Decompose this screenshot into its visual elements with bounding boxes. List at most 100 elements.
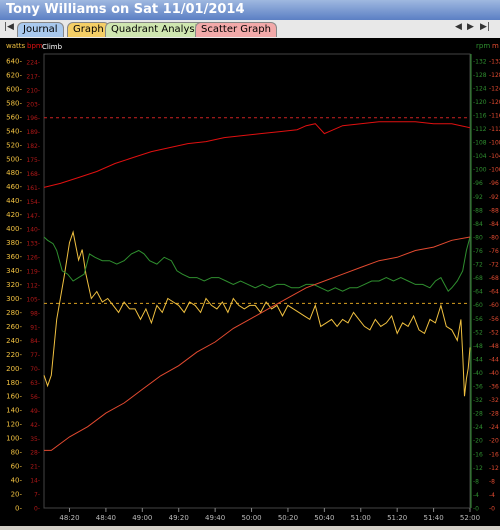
watts-tick-label: 300- — [6, 295, 22, 303]
m-tick-label: -8 — [489, 478, 495, 485]
m-tick-label: -28 — [489, 411, 499, 418]
rpm-tick-label: -112 — [473, 126, 487, 133]
watts-tick-label: 480- — [6, 169, 22, 177]
rpm-tick-label: -116 — [473, 112, 487, 119]
m-tick-label: -120 — [489, 99, 500, 106]
bpm-tick-label: 133- — [26, 241, 40, 248]
rpm-tick-label: -100 — [473, 167, 487, 174]
bpm-tick-label: 203- — [26, 101, 40, 108]
watts-tick-label: 600- — [6, 85, 22, 93]
watts-tick-label: 360- — [6, 253, 22, 261]
cadence-series-line — [43, 236, 471, 293]
watts-tick-label: 180- — [6, 379, 22, 387]
bpm-tick-label: 42- — [30, 422, 40, 429]
x-tick-label: 52:00 — [460, 514, 480, 522]
bpm-tick-label: 63- — [30, 380, 40, 387]
watts-tick-label: 220- — [6, 351, 22, 359]
bpm-tick-label: 7- — [34, 492, 40, 499]
x-tick-label: 50:20 — [278, 514, 298, 522]
x-tick-label: 49:40 — [205, 514, 225, 522]
tab-quadrant-analysis[interactable]: Quadrant Analysis — [105, 22, 209, 37]
rpm-tick-label: -72 — [473, 262, 483, 269]
bpm-tick-label: 49- — [30, 408, 40, 415]
rpm-tick-label: -28 — [473, 411, 483, 418]
x-tick-label: 50:00 — [241, 514, 261, 522]
bpm-tick-label: 147- — [26, 213, 40, 220]
m-tick-label: -112 — [489, 126, 500, 133]
x-tick-label: 48:20 — [59, 514, 79, 522]
next-page-button[interactable]: ▶ — [467, 22, 474, 32]
m-tick-label: -100 — [489, 167, 500, 174]
x-tick-label: 48:40 — [96, 514, 116, 522]
rpm-tick-label: -12 — [473, 465, 483, 472]
first-page-button[interactable]: |◀ — [4, 22, 14, 32]
rpm-tick-label: -104 — [473, 153, 487, 160]
watts-tick-label: 400- — [6, 225, 22, 233]
bpm-tick-label: 70- — [30, 366, 40, 373]
bpm-tick-label: 126- — [26, 255, 40, 262]
last-page-button[interactable]: ▶| — [480, 22, 490, 32]
watts-tick-label: 500- — [6, 155, 22, 163]
m-tick-label: -68 — [489, 275, 499, 282]
rpm-tick-label: -24 — [473, 424, 483, 431]
rpm-tick-label: -68 — [473, 275, 483, 282]
watts-tick-label: 240- — [6, 337, 22, 345]
m-tick-label: -60 — [489, 302, 499, 309]
climb-axis-label: Climb — [42, 43, 63, 51]
bpm-tick-label: 56- — [30, 394, 40, 401]
tab-graph[interactable]: Graph — [67, 22, 110, 37]
ride-chart: 0- 20- 40- 60- 80- 100- 120- 140- 160- 180- 200- 22… — [6, 42, 500, 522]
m-tick-label: -12 — [489, 465, 499, 472]
rpm-tick-label: -88 — [473, 207, 483, 214]
m-tick-label: -72 — [489, 262, 499, 269]
watts-tick-label: 620- — [6, 71, 22, 79]
bpm-tick-label: 0- — [34, 506, 40, 513]
rpm-tick-label: -40 — [473, 370, 483, 377]
rpm-axis-label: rpm — [476, 42, 490, 50]
watts-tick-label: 320- — [6, 281, 22, 289]
watts-tick-label: 0- — [15, 505, 22, 513]
rpm-tick-label: -92 — [473, 194, 483, 201]
m-tick-label: -20 — [489, 438, 499, 445]
rpm-tick-label: -36 — [473, 384, 483, 391]
watts-tick-label: 20- — [11, 491, 23, 499]
watts-tick-label: 140- — [6, 407, 22, 415]
tab-scatter-graph[interactable]: Scatter Graph — [195, 22, 277, 37]
heart_rate-series-line — [43, 121, 471, 188]
bpm-tick-label: 210- — [26, 87, 40, 94]
bpm-tick-label: 98- — [30, 310, 40, 317]
rpm-tick-label: -32 — [473, 397, 483, 404]
watts-tick-label: 420- — [6, 211, 22, 219]
m-axis-label: m — [492, 42, 499, 50]
m-tick-label: -36 — [489, 384, 499, 391]
bpm-tick-label: 182- — [26, 143, 40, 150]
bpm-tick-label: 175- — [26, 157, 40, 164]
prev-page-button[interactable]: ◀ — [455, 22, 462, 32]
watts-tick-label: 260- — [6, 323, 22, 331]
m-tick-label: -48 — [489, 343, 499, 350]
m-tick-label: -32 — [489, 397, 499, 404]
watts-tick-label: 460- — [6, 183, 22, 191]
watts-tick-label: 160- — [6, 393, 22, 401]
m-tick-label: -0 — [489, 506, 495, 513]
m-tick-label: -132 — [489, 58, 500, 65]
rpm-tick-label: -132 — [473, 58, 487, 65]
rpm-tick-label: -0 — [473, 506, 479, 513]
watts-tick-label: 640- — [6, 57, 22, 65]
watts-tick-label: 440- — [6, 197, 22, 205]
rpm-tick-label: -128 — [473, 72, 487, 79]
rpm-tick-label: -84 — [473, 221, 483, 228]
m-tick-label: -124 — [489, 85, 500, 92]
m-tick-label: -76 — [489, 248, 499, 255]
x-tick-label: 51:20 — [387, 514, 407, 522]
bpm-tick-label: 35- — [30, 436, 40, 443]
bpm-tick-label: 189- — [26, 129, 40, 136]
m-tick-label: -52 — [489, 329, 499, 336]
tab-journal[interactable]: Journal — [17, 22, 64, 37]
m-tick-label: -44 — [489, 356, 499, 363]
m-tick-label: -84 — [489, 221, 499, 228]
x-tick-label: 49:20 — [169, 514, 189, 522]
watts-tick-label: 200- — [6, 365, 22, 373]
bpm-tick-label: 140- — [26, 227, 40, 234]
rpm-tick-label: -8 — [473, 478, 479, 485]
